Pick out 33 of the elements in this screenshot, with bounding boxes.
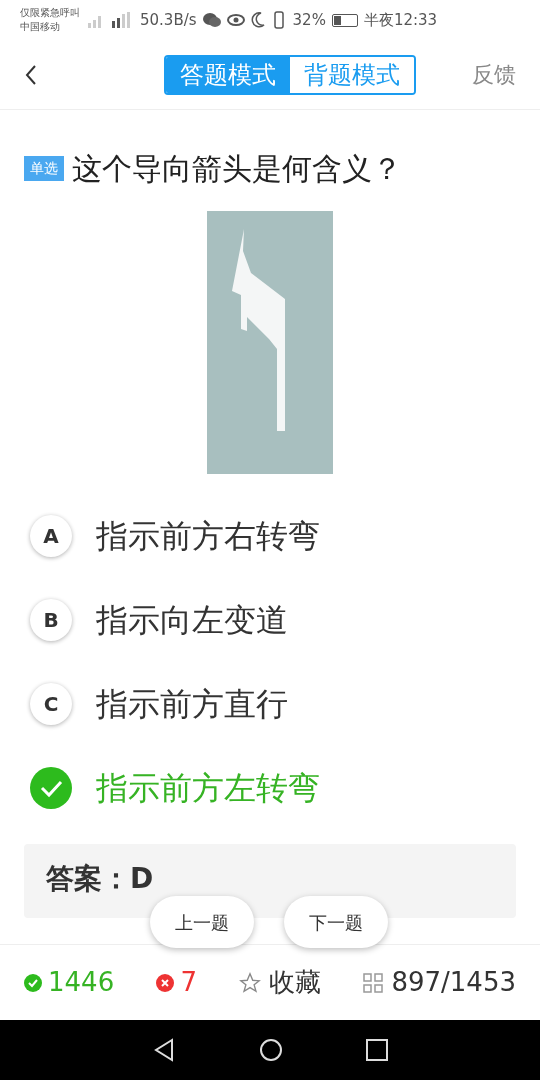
option-text[interactable]: 指示前方直行 [96, 680, 288, 728]
home-icon[interactable] [259, 1038, 283, 1062]
correct-count: 1446 [48, 966, 115, 999]
option-letter[interactable]: B [30, 599, 72, 641]
check-icon[interactable] [30, 767, 72, 809]
question-text: 这个导向箭头是何含义？ [72, 150, 402, 188]
nav-button[interactable]: 下一题 [284, 896, 388, 948]
battery-percent: 32% [292, 9, 326, 31]
grid-icon[interactable] [363, 972, 384, 993]
recent-apps-icon[interactable] [366, 1039, 389, 1061]
question-type-tag: 单选 [24, 156, 64, 181]
feedback-button[interactable]: 反馈 [472, 58, 516, 91]
option-text[interactable]: 指示向左变道 [96, 596, 288, 644]
nav-button[interactable]: 上一题 [150, 896, 254, 948]
option-letter[interactable]: C [30, 683, 72, 725]
eye-icon [226, 13, 245, 27]
battery-icon [331, 13, 358, 27]
carrier-name: 中国移动 [20, 20, 61, 34]
clock: 半夜12:33 [363, 9, 438, 31]
back-icon[interactable] [24, 63, 38, 86]
wrong-count: 7 [180, 966, 197, 999]
favorite-button[interactable]: 收藏 [239, 963, 322, 1002]
option-letter[interactable]: A [30, 515, 72, 557]
progress-count: 897/1453 [391, 966, 516, 999]
chat-icon [202, 12, 221, 28]
status-notice: 仅限紧急呼叫 [20, 6, 80, 20]
moon-icon [250, 12, 265, 28]
check-circle-icon [24, 973, 42, 992]
answer-text: 答案：D [46, 861, 154, 897]
cross-circle-icon [156, 973, 175, 992]
star-icon [239, 971, 262, 994]
network-speed: 50.3B/s [140, 9, 197, 31]
option-text[interactable]: 指示前方右转弯 [96, 512, 320, 560]
